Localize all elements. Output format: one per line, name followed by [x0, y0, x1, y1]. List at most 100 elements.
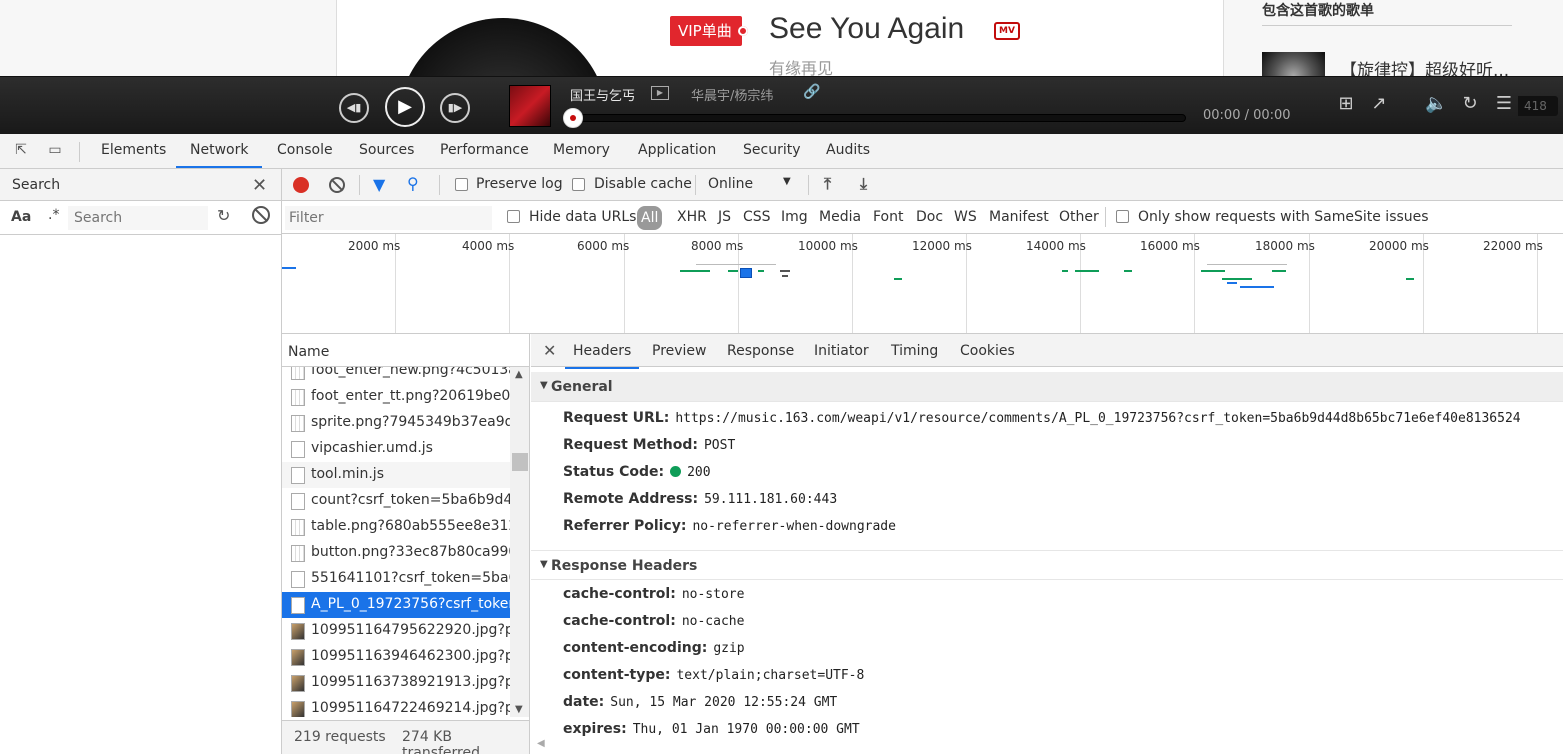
tab-security[interactable]: Security [743, 142, 801, 158]
filter-type-ws[interactable]: WS [954, 209, 977, 225]
tab-console[interactable]: Console [277, 142, 333, 158]
timeline-tick: 6000 ms [577, 239, 630, 253]
export-har-icon[interactable]: ⤓ [860, 174, 867, 194]
filter-type-js[interactable]: JS [718, 209, 731, 225]
request-row[interactable]: 109951164795622920.jpg?par [282, 618, 510, 644]
tab-network[interactable]: Network [175, 142, 264, 168]
filter-type-doc[interactable]: Doc [916, 209, 943, 225]
match-case-toggle[interactable]: Aa [11, 209, 31, 225]
scrollbar-thumb[interactable] [512, 453, 528, 471]
share-icon[interactable]: ↗ [1368, 93, 1390, 115]
hide-data-urls-checkbox[interactable] [507, 210, 520, 223]
volume-icon[interactable]: 🔈 [1425, 93, 1447, 115]
inspect-element-icon[interactable]: ⇱ [11, 142, 31, 160]
filter-input[interactable] [285, 206, 492, 230]
request-row[interactable]: 551641101?csrf_token=5ba6b [282, 566, 510, 592]
tab-headers[interactable]: Headers [564, 343, 640, 369]
response-headers-title: Response Headers [551, 558, 698, 574]
preserve-log-checkbox[interactable] [455, 178, 468, 191]
tab-sources[interactable]: Sources [359, 142, 414, 158]
progress-knob[interactable] [563, 108, 583, 128]
tab-cookies[interactable]: Cookies [960, 343, 1015, 359]
request-row[interactable]: 109951163738921913.jpg?par [282, 670, 510, 696]
request-name: A_PL_0_19723756?csrf_token= [311, 596, 510, 612]
request-list-scrollbar[interactable]: ▲ ▼ [510, 367, 529, 717]
play-button[interactable]: ▶ [385, 87, 425, 127]
request-row[interactable]: foot_enter_new.png?4c5013a [282, 367, 510, 384]
request-row[interactable]: table.png?680ab555ee8e3121 [282, 514, 510, 540]
previous-track-button[interactable]: ◀▮ [339, 93, 369, 123]
timeline-bar [728, 270, 738, 272]
tab-audits[interactable]: Audits [826, 142, 870, 158]
next-track-button[interactable]: ▮▶ [440, 93, 470, 123]
clear-icon[interactable] [252, 206, 270, 224]
scroll-left-icon[interactable]: ◀ [537, 738, 545, 749]
tab-memory[interactable]: Memory [553, 142, 610, 158]
tab-response[interactable]: Response [727, 343, 794, 359]
add-to-playlist-icon[interactable]: ⊞ [1335, 93, 1357, 115]
scroll-down-icon[interactable]: ▼ [515, 704, 523, 715]
regex-toggle[interactable]: .* [48, 207, 59, 223]
tab-application[interactable]: Application [638, 142, 716, 158]
request-row[interactable]: 109951163946462300.jpg?par [282, 644, 510, 670]
tab-preview[interactable]: Preview [652, 343, 707, 359]
album-cover[interactable] [509, 85, 551, 127]
document-file-icon [291, 571, 305, 588]
throttling-select[interactable]: Online [708, 176, 753, 192]
player-track-title[interactable]: 国王与乞丐 [570, 85, 635, 104]
request-row[interactable]: tool.min.js [282, 462, 510, 488]
player-artist[interactable]: 华晨宇/杨宗纬 [691, 85, 773, 104]
tab-performance[interactable]: Performance [440, 142, 529, 158]
mv-icon[interactable]: MV [994, 22, 1020, 40]
divider [1105, 207, 1106, 227]
samesite-checkbox[interactable] [1116, 210, 1129, 223]
refresh-icon[interactable]: ↻ [217, 206, 230, 225]
tab-initiator[interactable]: Initiator [814, 343, 869, 359]
scroll-up-icon[interactable]: ▲ [515, 369, 523, 380]
disable-cache-checkbox[interactable] [572, 178, 585, 191]
tab-timing[interactable]: Timing [891, 343, 938, 359]
filter-type-css[interactable]: CSS [743, 209, 771, 225]
play-icon: ▶ [398, 96, 412, 117]
progress-track[interactable] [566, 114, 1186, 122]
request-row[interactable]: foot_enter_tt.png?20619be09 [282, 384, 510, 410]
request-name: table.png?680ab555ee8e3121 [311, 518, 510, 534]
link-icon[interactable]: 🔗 [803, 84, 820, 100]
search-icon[interactable]: ⚲ [407, 174, 419, 193]
filter-icon[interactable]: ▼ [373, 175, 385, 194]
header-value: Sun, 15 Mar 2020 12:55:24 GMT [610, 695, 838, 710]
close-icon[interactable]: ✕ [543, 341, 556, 360]
search-input[interactable] [68, 206, 208, 230]
column-header-name[interactable]: Name [288, 344, 329, 360]
request-name: foot_enter_new.png?4c5013a [311, 367, 510, 378]
header-value: POST [703, 438, 736, 453]
clear-log-button[interactable] [329, 177, 345, 193]
close-icon[interactable]: ✕ [252, 175, 267, 196]
chevron-down-icon[interactable]: ▼ [783, 176, 791, 187]
filter-type-font[interactable]: Font [873, 209, 903, 225]
filter-type-other[interactable]: Other [1059, 209, 1099, 225]
request-row[interactable]: 109951164722469214.jpg?par [282, 696, 510, 717]
record-button[interactable] [293, 177, 309, 193]
filter-type-all[interactable]: All [637, 206, 663, 230]
device-toolbar-icon[interactable]: ▭ [45, 142, 65, 160]
search-drawer-title: Search [12, 177, 61, 193]
response-headers-section-header[interactable]: ▼ Response Headers [531, 550, 1563, 580]
request-row[interactable]: A_PL_0_19723756?csrf_token= [282, 592, 510, 618]
filter-type-manifest[interactable]: Manifest [989, 209, 1049, 225]
playlist-count[interactable]: 418 [1518, 96, 1558, 116]
playlist-icon[interactable]: ☰ [1493, 93, 1515, 115]
filter-type-media[interactable]: Media [819, 209, 861, 225]
request-row[interactable]: vipcashier.umd.js [282, 436, 510, 462]
repeat-icon[interactable]: ↻ [1459, 93, 1481, 115]
import-har-icon[interactable]: ⤒ [824, 174, 831, 194]
general-section-header[interactable]: ▼ General [531, 372, 1563, 402]
network-overview-timeline[interactable]: 2000 ms 4000 ms 6000 ms 8000 ms 10000 ms… [282, 234, 1563, 334]
filter-type-img[interactable]: Img [781, 209, 808, 225]
video-icon[interactable]: ▶ [651, 86, 669, 100]
filter-type-xhr[interactable]: XHR [677, 209, 707, 225]
request-row[interactable]: sprite.png?7945349b37ea9da [282, 410, 510, 436]
request-row[interactable]: count?csrf_token=5ba6b9d44 [282, 488, 510, 514]
tab-elements[interactable]: Elements [101, 142, 166, 158]
request-row[interactable]: button.png?33ec87b80ca9906 [282, 540, 510, 566]
